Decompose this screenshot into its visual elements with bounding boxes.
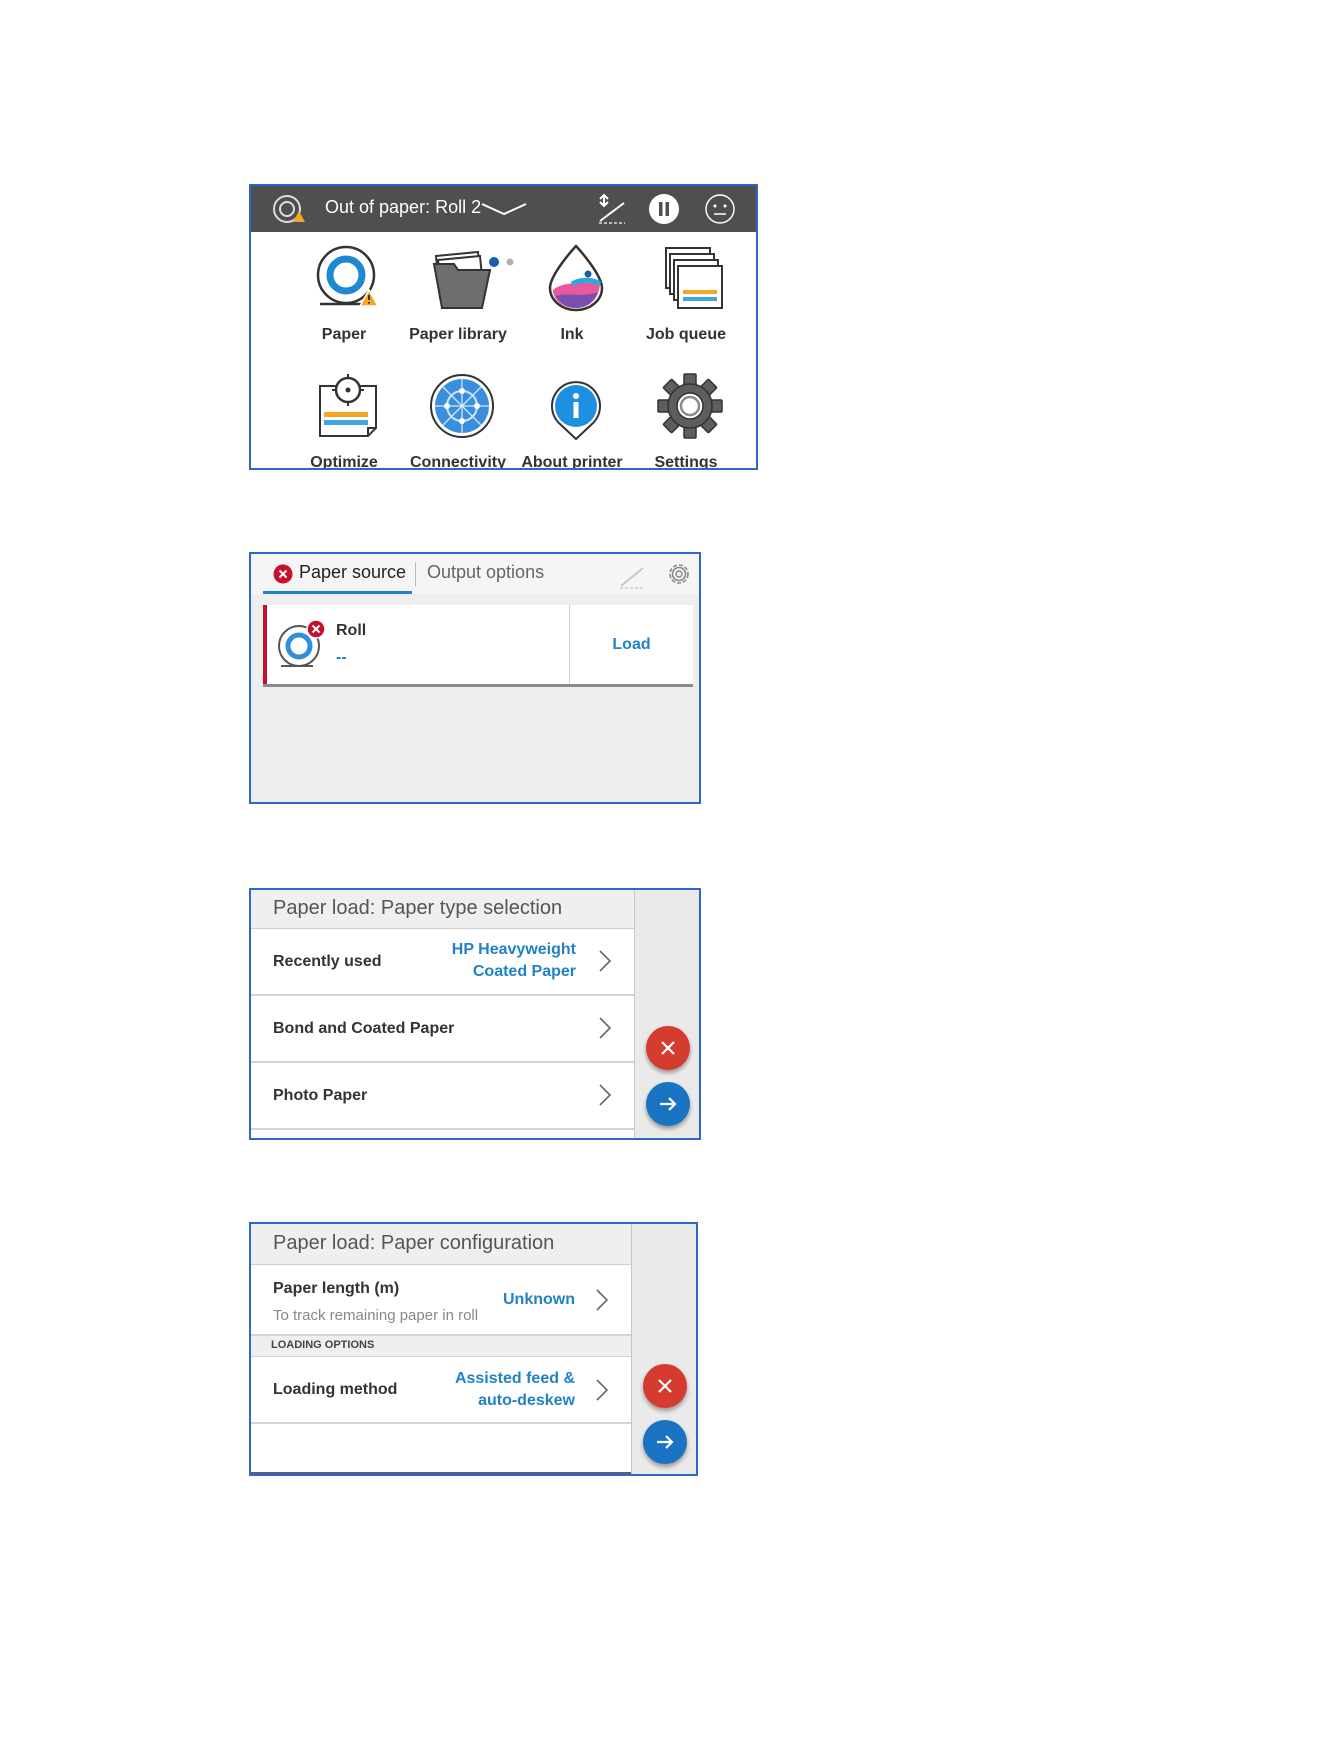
- list-item-hint: To track remaining paper in roll: [273, 1307, 479, 1324]
- tile-label: Ink: [560, 326, 584, 343]
- screen-title: Paper load: Paper configuration: [273, 1232, 555, 1254]
- chevron-right-icon: [596, 1379, 609, 1401]
- tab-label: Paper source: [299, 562, 407, 582]
- arrow-right-icon: [657, 1435, 674, 1449]
- status-bar: Out of paper: Roll 2: [251, 186, 756, 232]
- chevron-right-icon: [596, 1289, 609, 1311]
- paper-type-selection-screen: Paper load: Paper type selection Recentl…: [249, 888, 701, 1140]
- list-item-label: Photo Paper: [273, 1087, 368, 1104]
- action-rail: [631, 1224, 696, 1474]
- paper-configuration-screen: Paper load: Paper configuration Paper le…: [249, 1222, 698, 1476]
- action-rail: [634, 890, 699, 1138]
- value-line: HP Heavyweight: [451, 941, 576, 958]
- about-printer-icon: [551, 381, 601, 440]
- screen-header: Paper load: Paper type selection: [251, 890, 636, 929]
- tab-paper-source[interactable]: Paper source: [263, 554, 412, 594]
- error-indicator-bar: [263, 605, 267, 684]
- cutter-icon[interactable]: [617, 560, 647, 590]
- optimize-icon: [319, 374, 377, 437]
- arrow-right-icon: [660, 1097, 677, 1111]
- value-line: Coated Paper: [472, 963, 576, 980]
- close-icon: [661, 1041, 675, 1055]
- list-item-loading-method[interactable]: Loading method Assisted feed & auto-desk…: [251, 1357, 633, 1424]
- page-indicator[interactable]: [488, 256, 518, 268]
- tab-bar: Paper source Output options: [251, 554, 699, 594]
- tile-label: Settings: [654, 454, 718, 470]
- paper-library-icon: [432, 250, 492, 309]
- status-text[interactable]: Out of paper: Roll 2: [325, 197, 481, 218]
- roll-card[interactable]: Roll -- Load: [263, 605, 693, 687]
- tile-label: Job queue: [645, 326, 726, 343]
- tab-output-options[interactable]: Output options: [417, 554, 547, 594]
- list-item-label: Recently used: [273, 953, 382, 970]
- status-face-icon[interactable]: [704, 193, 736, 225]
- chevron-down-icon[interactable]: [480, 200, 528, 218]
- chevron-right-icon: [599, 1084, 612, 1106]
- chevron-right-icon: [599, 1017, 612, 1039]
- list-item-recently-used[interactable]: Recently used HP Heavyweight Coated Pape…: [251, 929, 636, 996]
- tab-divider: [415, 562, 416, 586]
- next-button[interactable]: [646, 1082, 690, 1126]
- list-item-label: Loading method: [273, 1381, 398, 1398]
- home-screen: Out of paper: Roll 2 Paper Paper library…: [249, 184, 758, 470]
- paper-alert-icon[interactable]: [271, 194, 305, 226]
- next-button[interactable]: [643, 1420, 687, 1464]
- list-item-value: HP Heavyweight Coated Paper: [452, 939, 576, 983]
- tile-label: Connectivity: [409, 454, 506, 470]
- ink-drop-icon: [548, 244, 604, 312]
- settings-gear-icon: [657, 373, 723, 439]
- chevron-right-icon: [599, 950, 612, 972]
- roll-name: Roll: [336, 622, 367, 639]
- cancel-button[interactable]: [643, 1364, 687, 1408]
- section-header: LOADING OPTIONS: [251, 1336, 633, 1357]
- cutter-icon[interactable]: [596, 193, 628, 225]
- value-line: Assisted feed &: [454, 1370, 575, 1387]
- cancel-button[interactable]: [646, 1026, 690, 1070]
- list-item-label: Paper length (m): [273, 1280, 400, 1297]
- list-item-photo-paper[interactable]: Photo Paper: [251, 1063, 636, 1130]
- list-item-value: Unknown: [503, 1291, 575, 1308]
- connectivity-icon: [430, 374, 494, 438]
- gear-icon[interactable]: [665, 560, 693, 588]
- list-item-value: Assisted feed & auto-deskew: [455, 1368, 575, 1412]
- error-icon: [273, 564, 293, 584]
- pause-button[interactable]: [648, 193, 680, 225]
- close-icon: [658, 1379, 672, 1393]
- bottom-edge: [251, 1472, 633, 1474]
- paper-roll-warning-icon: [316, 245, 380, 307]
- roll-error-icon: [278, 619, 326, 667]
- tile-label: About printer: [521, 454, 623, 470]
- tile-label: Paper library: [409, 326, 507, 343]
- roll-value: --: [336, 649, 347, 666]
- value-line: auto-deskew: [478, 1392, 575, 1409]
- screen-title: Paper load: Paper type selection: [273, 897, 563, 919]
- tile-label: Paper: [321, 326, 367, 343]
- paper-source-screen: Paper source Output options Roll -- Load: [249, 552, 701, 804]
- job-queue-icon: [665, 247, 723, 309]
- section-title: LOADING OPTIONS: [271, 1339, 375, 1351]
- list-item-paper-length[interactable]: Paper length (m) To track remaining pape…: [251, 1265, 633, 1336]
- list-item-bond-coated[interactable]: Bond and Coated Paper: [251, 996, 636, 1063]
- load-button[interactable]: Load: [570, 636, 693, 654]
- screen-header: Paper load: Paper configuration: [251, 1224, 633, 1265]
- tile-label: Optimize: [310, 454, 378, 470]
- tab-label: Output options: [427, 562, 545, 582]
- list-item-label: Bond and Coated Paper: [273, 1020, 455, 1037]
